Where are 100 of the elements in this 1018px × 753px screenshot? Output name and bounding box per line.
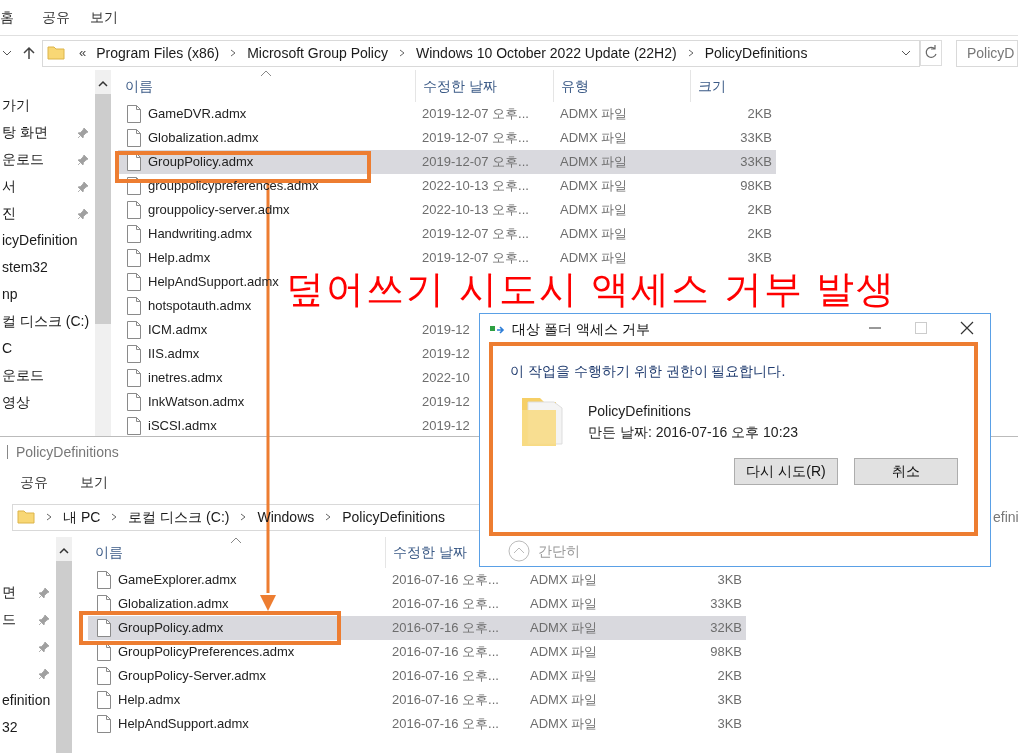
type-cell: ADMX 파일	[560, 130, 628, 146]
size-cell: 33KB	[740, 154, 772, 170]
breadcrumb[interactable]: 로컬 디스크 (C:)	[128, 506, 230, 528]
size-cell: 3KB	[717, 572, 742, 588]
nav-item[interactable]: 드	[2, 609, 16, 630]
file-name: Globalization.admx	[118, 595, 229, 614]
column-header[interactable]: 수정한 날짜	[415, 70, 553, 102]
nav-item[interactable]: 32	[2, 717, 18, 738]
file-name: InkWatson.admx	[148, 393, 245, 412]
file-icon	[127, 321, 141, 339]
search-field[interactable]: PolicyD	[956, 39, 1018, 67]
date-cell: 2019-12	[422, 394, 470, 410]
dialog-button[interactable]: 다시 시도(R)	[734, 458, 838, 485]
file-name: Handwriting.admx	[148, 225, 253, 244]
folder-icon	[17, 508, 35, 526]
nav-item[interactable]: np	[2, 284, 18, 305]
type-cell: ADMX 파일	[530, 668, 598, 684]
date-cell: 2016-07-16 오후...	[392, 620, 499, 636]
column-header[interactable]: 크기	[690, 70, 776, 102]
chevron-icon	[324, 512, 333, 522]
size-cell: 2KB	[717, 668, 742, 684]
chevron-icon	[239, 512, 248, 522]
search-field[interactable]: efini	[993, 503, 1018, 531]
chevron-icon	[398, 48, 406, 58]
file-name: IIS.admx	[148, 345, 200, 364]
nav-item[interactable]: 영상	[2, 392, 30, 413]
address-bar[interactable]: « Program Files (x86) Microsoft Group Policy Windows 10 October 2022 Update (22H2) PolicyDefinitions	[42, 39, 920, 67]
size-cell: 3KB	[747, 250, 772, 266]
dialog-button[interactable]: 취소	[854, 458, 958, 485]
ribbon-tab[interactable]: 공유	[20, 471, 48, 493]
up-arrow-icon[interactable]	[22, 46, 36, 60]
file-name: hotspotauth.admx	[148, 297, 252, 316]
breadcrumb[interactable]: Windows 10 October 2022 Update (22H2)	[416, 42, 677, 64]
dropdown-icon[interactable]	[901, 49, 911, 57]
nav-item[interactable]: icyDefinition	[2, 230, 78, 251]
nav-item[interactable]: 진	[2, 203, 16, 224]
folder-name: PolicyDefinitions	[588, 402, 692, 421]
nav-item[interactable]: efinition	[2, 690, 51, 711]
sort-caret-icon	[230, 537, 242, 545]
nav-item[interactable]: stem32	[2, 257, 48, 278]
refresh-icon[interactable]	[920, 40, 942, 66]
type-cell: ADMX 파일	[560, 202, 628, 218]
type-cell: ADMX 파일	[560, 226, 628, 242]
scroll-thumb[interactable]	[95, 94, 112, 324]
date-cell: 2019-12	[422, 322, 470, 338]
type-cell: ADMX 파일	[530, 644, 598, 660]
file-icon	[127, 129, 141, 147]
column-header[interactable]: 이름	[118, 70, 415, 102]
created-date: 만든 날짜: 2016-07-16 오후 10:23	[588, 423, 799, 442]
file-icon	[127, 105, 141, 123]
ribbon-tab[interactable]: 보기	[90, 7, 138, 28]
ribbon-tab[interactable]: 공유	[42, 7, 90, 28]
nav-item[interactable]: 컬 디스크 (C:)	[2, 311, 90, 332]
date-cell: 2016-07-16 오후...	[392, 716, 499, 732]
scroll-up-icon[interactable]	[59, 547, 70, 555]
nav-item[interactable]: 서	[2, 176, 16, 197]
file-icon	[97, 667, 111, 685]
nav-item[interactable]: 가기	[2, 95, 30, 116]
folder-icon	[47, 44, 65, 62]
file-name: Help.admx	[118, 691, 181, 710]
file-icon	[127, 297, 141, 315]
file-icon	[127, 201, 141, 219]
file-icon	[97, 691, 111, 709]
scroll-up-icon[interactable]	[98, 80, 109, 88]
breadcrumb[interactable]: PolicyDefinitions	[342, 506, 445, 528]
size-cell: 2KB	[747, 226, 772, 242]
column-header[interactable]: 유형	[553, 70, 690, 102]
breadcrumb[interactable]: 내 PC	[63, 506, 101, 528]
size-cell: 32KB	[710, 620, 742, 636]
date-cell: 2022-10-13 오후...	[422, 178, 529, 194]
nav-item[interactable]: 운로드	[2, 365, 44, 386]
breadcrumb[interactable]: Microsoft Group Policy	[247, 42, 388, 64]
size-cell: 98KB	[740, 178, 772, 194]
scrollbar[interactable]	[95, 70, 112, 436]
date-cell: 2019-12	[422, 346, 470, 362]
file-name: iSCSI.admx	[148, 417, 217, 436]
chevron-icon	[45, 512, 53, 522]
column-header[interactable]: 이름	[88, 537, 385, 568]
file-name: GroupPolicyPreferences.admx	[118, 643, 295, 662]
file-icon	[97, 571, 111, 589]
file-icon	[127, 273, 141, 291]
nav-item[interactable]: 면	[2, 582, 16, 603]
size-cell: 3KB	[717, 692, 742, 708]
file-icon	[97, 715, 111, 733]
breadcrumb[interactable]: Program Files (x86)	[96, 42, 220, 64]
window-title: PolicyDefinitions	[16, 442, 119, 462]
type-cell: ADMX 파일	[530, 692, 598, 708]
file-name: GroupPolicy-Server.admx	[118, 667, 267, 686]
date-cell: 2022-10	[422, 370, 470, 386]
type-cell: ADMX 파일	[560, 178, 628, 194]
dropdown-icon[interactable]	[2, 49, 12, 57]
file-icon	[127, 225, 141, 243]
nav-item[interactable]: 운로드	[2, 149, 44, 170]
ribbon-tab[interactable]: 홈	[0, 7, 42, 28]
breadcrumb[interactable]: PolicyDefinitions	[704, 42, 808, 64]
ribbon-tab[interactable]: 보기	[80, 471, 108, 493]
nav-item[interactable]: 탕 화면	[2, 122, 48, 143]
date-cell: 2016-07-16 오후...	[392, 572, 499, 588]
nav-item[interactable]: C	[2, 338, 13, 359]
overflow-chevron[interactable]: «	[79, 43, 87, 63]
